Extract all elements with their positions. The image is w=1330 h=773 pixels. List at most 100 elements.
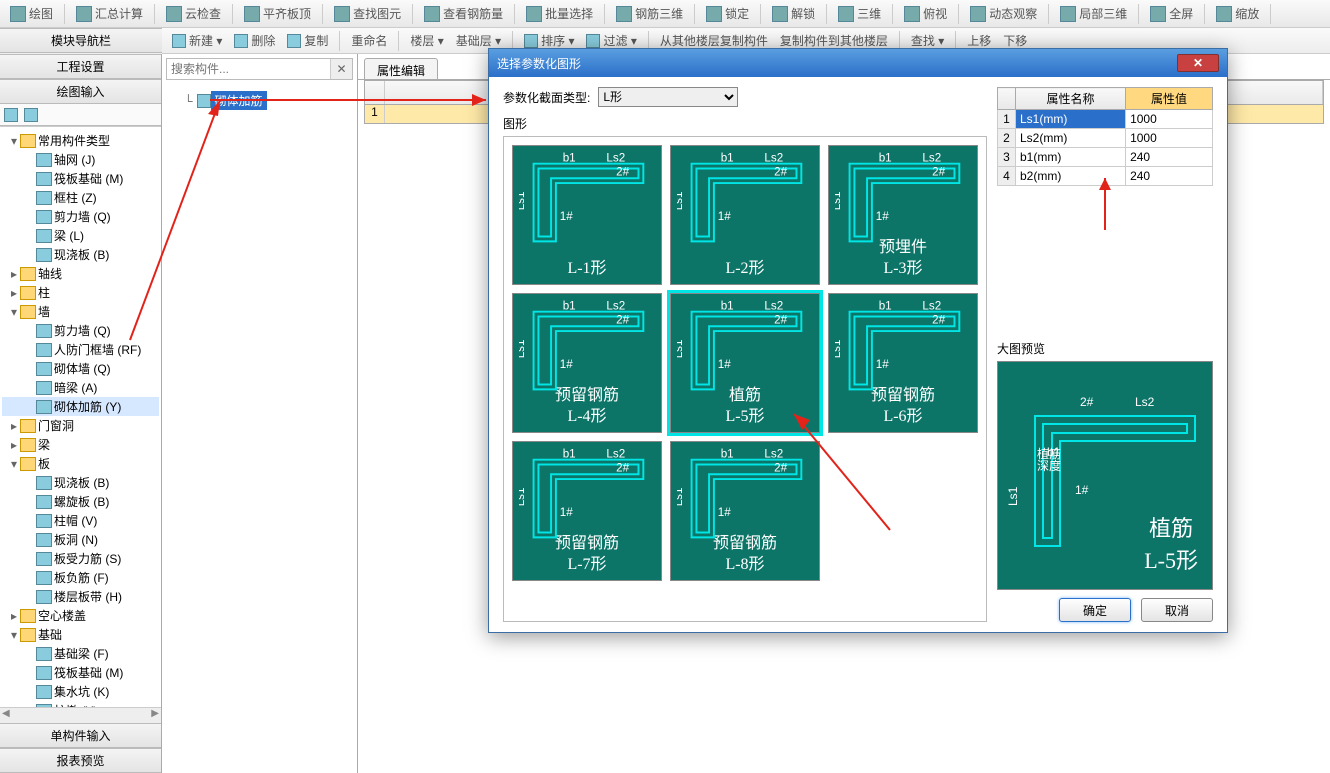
shapes-groupbox-label: 图形 xyxy=(503,115,987,132)
tab-single-component[interactable]: 单构件输入 xyxy=(0,723,161,748)
horizontal-scrollbar[interactable] xyxy=(0,707,161,723)
tab-draw-input[interactable]: 绘图输入 xyxy=(0,79,161,104)
attribute-table[interactable]: 属性名称 属性值 1Ls1(mm)10002Ls2(mm)10003b1(mm)… xyxy=(997,87,1213,186)
ribbon-锁定[interactable]: 锁定 xyxy=(702,3,753,24)
shape-L-6形[interactable]: b1Ls22#1#Ls1预留钢筋L-6形 xyxy=(828,293,978,433)
tree-node-常用构件类型[interactable]: ▾常用构件类型 xyxy=(2,131,159,150)
ribbon-动态观察[interactable]: 动态观察 xyxy=(966,3,1041,24)
tab-property-edit[interactable]: 属性编辑 xyxy=(364,58,438,79)
subribbon-删除[interactable]: 删除 xyxy=(230,30,279,51)
tree-expander-icon[interactable]: ▸ xyxy=(8,267,20,281)
search-clear-button[interactable]: ✕ xyxy=(330,59,352,79)
shape-L-2形[interactable]: b1Ls22#1#Ls1L-2形 xyxy=(670,145,820,285)
tree-node-暗梁 (A)[interactable]: 暗梁 (A) xyxy=(2,378,159,397)
tree-node-板洞 (N)[interactable]: 板洞 (N) xyxy=(2,530,159,549)
tree-expander-icon[interactable]: ▾ xyxy=(8,305,20,319)
shape-L-3形[interactable]: b1Ls22#1#Ls1预埋件L-3形 xyxy=(828,145,978,285)
attr-value[interactable]: 240 xyxy=(1126,167,1213,186)
tree-node-梁 (L)[interactable]: 梁 (L) xyxy=(2,226,159,245)
subribbon-重命名[interactable]: 重命名 xyxy=(347,30,391,51)
tree-node-板受力筋 (S)[interactable]: 板受力筋 (S) xyxy=(2,549,159,568)
tab-project-settings[interactable]: 工程设置 xyxy=(0,54,161,79)
tree-node-集水坑 (K)[interactable]: 集水坑 (K) xyxy=(2,682,159,701)
tree-node-现浇板 (B)[interactable]: 现浇板 (B) xyxy=(2,245,159,264)
ribbon-钢筋三维[interactable]: 钢筋三维 xyxy=(612,3,687,24)
component-instance[interactable]: 砌体加筋 xyxy=(211,91,267,110)
ribbon-批量选择[interactable]: 批量选择 xyxy=(522,3,597,24)
shape-L-8形[interactable]: b1Ls22#1#Ls1预留钢筋L-8形 xyxy=(670,441,820,581)
attr-row-Ls1(mm)[interactable]: 1Ls1(mm)1000 xyxy=(998,110,1213,129)
section-type-select[interactable]: L形 xyxy=(598,87,738,107)
ribbon-三维[interactable]: 三维 xyxy=(834,3,885,24)
ribbon-缩放[interactable]: 缩放 xyxy=(1212,3,1263,24)
tree-node-砌体墙 (Q)[interactable]: 砌体墙 (Q) xyxy=(2,359,159,378)
tree-node-基础[interactable]: ▾基础 xyxy=(2,625,159,644)
ribbon-查找图元[interactable]: 查找图元 xyxy=(330,3,405,24)
ribbon-绘图[interactable]: 绘图 xyxy=(6,3,57,24)
attr-row-b2(mm)[interactable]: 4b2(mm)240 xyxy=(998,167,1213,186)
subribbon-复制[interactable]: 复制 xyxy=(283,30,332,51)
subribbon-楼层[interactable]: 楼层 ▾ xyxy=(406,30,447,51)
tree-expander-icon[interactable]: ▸ xyxy=(8,438,20,452)
component-tree[interactable]: ▾常用构件类型轴网 (J)筏板基础 (M)框柱 (Z)剪力墙 (Q)梁 (L)现… xyxy=(0,126,161,707)
tree-expander-icon[interactable]: ▸ xyxy=(8,286,20,300)
tree-node-现浇板 (B)[interactable]: 现浇板 (B) xyxy=(2,473,159,492)
tree-expander-icon[interactable]: ▾ xyxy=(8,457,20,471)
ribbon-解锁[interactable]: 解锁 xyxy=(768,3,819,24)
attr-value[interactable]: 1000 xyxy=(1126,110,1213,129)
svg-text:1#: 1# xyxy=(876,358,889,371)
tree-node-框柱 (Z)[interactable]: 框柱 (Z) xyxy=(2,188,159,207)
attr-value[interactable]: 240 xyxy=(1126,148,1213,167)
tree-expander-icon[interactable]: ▾ xyxy=(8,134,20,148)
tree-node-轴线[interactable]: ▸轴线 xyxy=(2,264,159,283)
close-button[interactable]: ✕ xyxy=(1177,54,1219,72)
dialog-titlebar[interactable]: 选择参数化图形 ✕ xyxy=(489,49,1227,77)
shape-L-5形[interactable]: b1Ls22#1#Ls1植筋L-5形 xyxy=(670,293,820,433)
ribbon-平齐板顶[interactable]: 平齐板顶 xyxy=(240,3,315,24)
expand-all-icon[interactable] xyxy=(4,108,18,122)
tree-node-螺旋板 (B)[interactable]: 螺旋板 (B) xyxy=(2,492,159,511)
tree-node-基础梁 (F)[interactable]: 基础梁 (F) xyxy=(2,644,159,663)
tree-node-柱帽 (V)[interactable]: 柱帽 (V) xyxy=(2,511,159,530)
cancel-button[interactable]: 取消 xyxy=(1141,598,1213,622)
tree-node-人防门框墙 (RF)[interactable]: 人防门框墙 (RF) xyxy=(2,340,159,359)
svg-text:Ls2: Ls2 xyxy=(606,448,625,461)
tree-node-门窗洞[interactable]: ▸门窗洞 xyxy=(2,416,159,435)
tab-report-preview[interactable]: 报表预览 xyxy=(0,748,161,773)
ribbon-查看钢筋量[interactable]: 查看钢筋量 xyxy=(420,3,507,24)
ribbon-全屏[interactable]: 全屏 xyxy=(1146,3,1197,24)
tree-node-楼层板带 (H)[interactable]: 楼层板带 (H) xyxy=(2,587,159,606)
collapse-all-icon[interactable] xyxy=(24,108,38,122)
tree-node-梁[interactable]: ▸梁 xyxy=(2,435,159,454)
ribbon-icon xyxy=(526,6,542,22)
tree-node-空心楼盖[interactable]: ▸空心楼盖 xyxy=(2,606,159,625)
ribbon-汇总计算[interactable]: 汇总计算 xyxy=(72,3,147,24)
tree-node-筏板基础 (M)[interactable]: 筏板基础 (M) xyxy=(2,169,159,188)
tree-node-板[interactable]: ▾板 xyxy=(2,454,159,473)
shape-L-4形[interactable]: b1Ls22#1#Ls1预留钢筋L-4形 xyxy=(512,293,662,433)
tree-expander-icon[interactable]: ▸ xyxy=(8,609,20,623)
ribbon-俯视[interactable]: 俯视 xyxy=(900,3,951,24)
ribbon-局部三维[interactable]: 局部三维 xyxy=(1056,3,1131,24)
subribbon-新建[interactable]: 新建 ▾ xyxy=(168,30,226,51)
ribbon-云检查[interactable]: 云检查 xyxy=(162,3,225,24)
attr-row-b1(mm)[interactable]: 3b1(mm)240 xyxy=(998,148,1213,167)
left-toolbar xyxy=(0,104,161,126)
tree-node-剪力墙 (Q)[interactable]: 剪力墙 (Q) xyxy=(2,207,159,226)
component-instance-list[interactable]: └ 砌体加筋 xyxy=(162,84,357,773)
tree-expander-icon[interactable]: ▾ xyxy=(8,628,20,642)
tree-node-柱[interactable]: ▸柱 xyxy=(2,283,159,302)
tree-node-剪力墙 (Q)[interactable]: 剪力墙 (Q) xyxy=(2,321,159,340)
tree-expander-icon[interactable]: ▸ xyxy=(8,419,20,433)
tree-node-轴网 (J)[interactable]: 轴网 (J) xyxy=(2,150,159,169)
ok-button[interactable]: 确定 xyxy=(1059,598,1131,622)
tree-node-墙[interactable]: ▾墙 xyxy=(2,302,159,321)
shape-L-7形[interactable]: b1Ls22#1#Ls1预留钢筋L-7形 xyxy=(512,441,662,581)
tree-node-筏板基础 (M)[interactable]: 筏板基础 (M) xyxy=(2,663,159,682)
attr-row-Ls2(mm)[interactable]: 2Ls2(mm)1000 xyxy=(998,129,1213,148)
tree-node-板负筋 (F)[interactable]: 板负筋 (F) xyxy=(2,568,159,587)
tree-node-砌体加筋 (Y)[interactable]: 砌体加筋 (Y) xyxy=(2,397,159,416)
shape-L-1形[interactable]: b1Ls22#1#Ls1L-1形 xyxy=(512,145,662,285)
attr-value[interactable]: 1000 xyxy=(1126,129,1213,148)
search-input[interactable] xyxy=(167,59,330,79)
